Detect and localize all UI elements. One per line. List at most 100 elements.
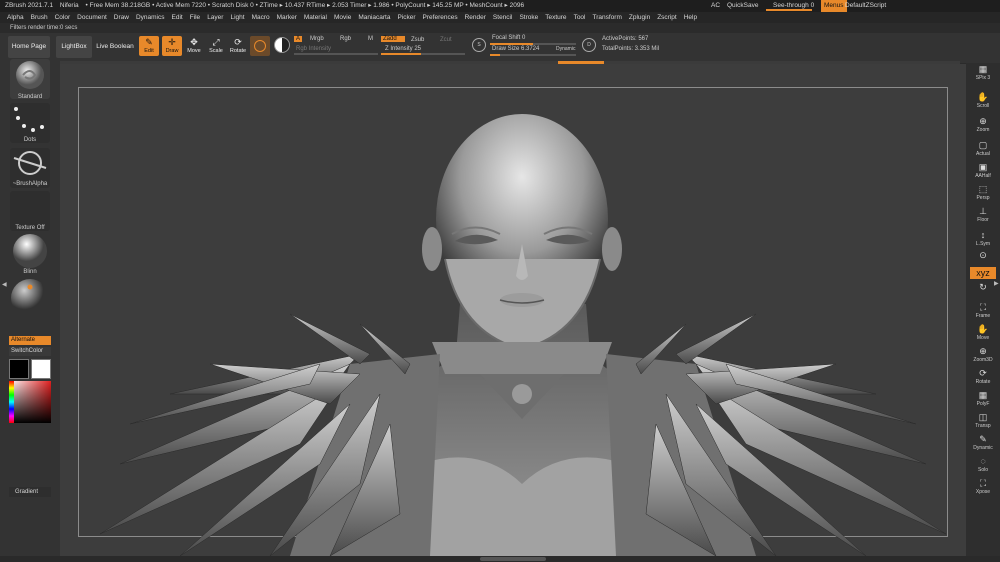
aahalf-button[interactable]: ▣ AAHalf: [970, 161, 996, 181]
menu-tool[interactable]: Tool: [574, 12, 586, 23]
draw-tool-button[interactable]: ✛ Draw: [162, 36, 182, 56]
quicksave-button[interactable]: QuickSave: [727, 0, 758, 12]
ac-label[interactable]: AC: [711, 0, 720, 12]
document-name[interactable]: Niferia: [60, 0, 79, 12]
z-intensity-slider[interactable]: [381, 53, 465, 55]
material-thumbnail[interactable]: [10, 233, 50, 273]
rotate-axis-icon: ↻: [979, 282, 987, 292]
brush-shape-button[interactable]: [250, 36, 270, 56]
zcut-button[interactable]: Zcut: [440, 37, 452, 43]
menu-marker[interactable]: Marker: [277, 12, 297, 23]
menu-preferences[interactable]: Preferences: [423, 12, 458, 23]
menu-edit[interactable]: Edit: [172, 12, 183, 23]
menu-zscript[interactable]: Zscript: [657, 12, 677, 23]
dynamic-button[interactable]: ✎ Dynamic: [970, 433, 996, 453]
focal-shift-label[interactable]: Focal Shift 0: [492, 35, 525, 41]
zadd-toggle[interactable]: Zadd: [381, 36, 405, 42]
actual-button[interactable]: ▢ Actual: [970, 139, 996, 159]
bpr-button[interactable]: ▦ SPix 3: [970, 63, 996, 83]
menu-dynamics[interactable]: Dynamics: [136, 12, 165, 23]
menu-brush[interactable]: Brush: [31, 12, 48, 23]
menu-macro[interactable]: Macro: [252, 12, 270, 23]
left-tray-collapse-icon[interactable]: ◀: [2, 281, 7, 288]
main-color-swatch[interactable]: [9, 359, 29, 379]
zoom3d-button[interactable]: ⊕ Zoom3D: [970, 345, 996, 365]
menu-stroke[interactable]: Stroke: [519, 12, 538, 23]
solo-button[interactable]: ◌ Solo: [970, 455, 996, 475]
menu-render[interactable]: Render: [465, 12, 486, 23]
frame-button[interactable]: ⛶ Frame: [970, 301, 996, 321]
m-button[interactable]: M: [368, 36, 373, 42]
menu-texture[interactable]: Texture: [545, 12, 566, 23]
menu-movie[interactable]: Movie: [334, 12, 351, 23]
menu-picker[interactable]: Picker: [397, 12, 415, 23]
secondary-color-swatch[interactable]: [31, 359, 51, 379]
menu-alpha[interactable]: Alpha: [7, 12, 24, 23]
scroll-button[interactable]: ✋ Scroll: [970, 91, 996, 111]
transp-button[interactable]: ◫ Transp: [970, 411, 996, 431]
menu-zplugin[interactable]: Zplugin: [629, 12, 650, 23]
polyf-button[interactable]: ▦ PolyF: [970, 389, 996, 409]
color-picker-square[interactable]: [9, 381, 51, 423]
menu-transform[interactable]: Transform: [593, 12, 622, 23]
s-dial-icon[interactable]: S: [472, 38, 486, 52]
rgb-button[interactable]: Rgb: [340, 36, 351, 42]
aahalf-label: AAHalf: [975, 173, 991, 179]
default-zscript-button[interactable]: DefaultZScript: [845, 0, 886, 12]
draw-size-label[interactable]: Draw Size 6.3724: [492, 46, 539, 52]
right-tray-collapse-icon[interactable]: ▶: [994, 280, 999, 287]
switch-color-button[interactable]: SwitchColor: [9, 347, 51, 356]
gradient-button[interactable]: Gradient: [9, 487, 51, 497]
scale-tool-button[interactable]: ⤢ Scale: [206, 36, 226, 56]
menu-draw[interactable]: Draw: [114, 12, 129, 23]
home-page-button[interactable]: Home Page: [8, 36, 50, 58]
persp-label: Persp: [976, 195, 990, 201]
z-intensity-label[interactable]: Z Intensity 25: [385, 46, 421, 52]
menu-material[interactable]: Material: [304, 12, 327, 23]
rgb-intensity-label[interactable]: Rgb Intensity: [296, 46, 331, 52]
menu-file[interactable]: File: [190, 12, 200, 23]
lsym-button[interactable]: ↕ L.Sym: [970, 229, 996, 249]
alternate-toggle[interactable]: Alternate: [9, 336, 51, 345]
move-tool-button[interactable]: ✥ Move: [184, 36, 204, 56]
rotate-label: Rotate: [975, 379, 991, 385]
menu-layer[interactable]: Layer: [207, 12, 223, 23]
edit-tool-button[interactable]: ✎ Edit: [139, 36, 159, 56]
brush-thumbnail[interactable]: [10, 59, 50, 99]
hue-strip[interactable]: [9, 381, 14, 423]
menu-light[interactable]: Light: [230, 12, 244, 23]
mrgb-button[interactable]: Mrgb: [310, 36, 324, 42]
live-boolean-button[interactable]: Live Boolean: [95, 36, 135, 58]
title-bar: ZBrush 2021.7.1 Niferia • Free Mem 38.21…: [0, 0, 1000, 12]
matcap-thumbnail[interactable]: [10, 278, 50, 318]
menu-maniacarta[interactable]: Maniacarta: [358, 12, 390, 23]
move-button[interactable]: ✋ Move: [970, 323, 996, 343]
menu-stencil[interactable]: Stencil: [493, 12, 513, 23]
dynamic-toggle[interactable]: Dynamic: [556, 46, 575, 52]
menu-help[interactable]: Help: [684, 12, 697, 23]
see-through-bar[interactable]: [766, 9, 812, 11]
zoom3d-icon: ⊕: [979, 346, 987, 356]
zsub-button[interactable]: Zsub: [411, 37, 424, 43]
rgb-intensity-slider[interactable]: [294, 53, 378, 55]
viewport-canvas[interactable]: [60, 64, 966, 556]
local-button[interactable]: ⊙: [970, 249, 996, 269]
persp-button[interactable]: ⬚ Persp: [970, 183, 996, 203]
bottom-shelf-handle[interactable]: [480, 557, 546, 561]
xpose-button[interactable]: ⛶ Xpose: [970, 477, 996, 497]
draw-size-slider[interactable]: [490, 54, 576, 56]
zoom-button[interactable]: ⊕ Zoom: [970, 115, 996, 135]
rotate-button[interactable]: ⟳ Rotate: [970, 367, 996, 387]
menus-button[interactable]: Menus: [821, 0, 847, 12]
rotate-tool-button[interactable]: ⟳ Rotate: [228, 36, 248, 56]
lightbox-button[interactable]: LightBox: [56, 36, 92, 58]
floor-button[interactable]: ⊥ Floor: [970, 205, 996, 225]
edit-label: Edit: [144, 48, 154, 54]
d-dial-icon[interactable]: D: [582, 38, 596, 52]
focal-shift-slider[interactable]: [490, 43, 576, 45]
menu-color[interactable]: Color: [55, 12, 71, 23]
menu-document[interactable]: Document: [77, 12, 107, 23]
a-toggle[interactable]: A: [294, 36, 303, 42]
material-sphere-icon[interactable]: [274, 37, 290, 53]
rotate-axis-button[interactable]: ↻: [970, 281, 996, 301]
